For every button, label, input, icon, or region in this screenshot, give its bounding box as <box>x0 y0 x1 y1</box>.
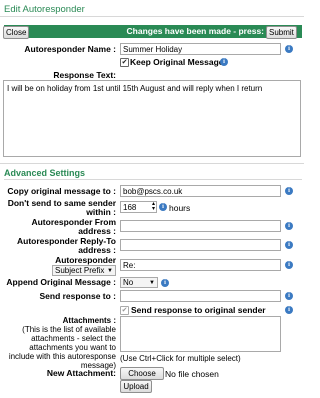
subject-label: Autoresponder <box>55 255 116 265</box>
subject-prefix-select[interactable]: Subject Prefix ▼ <box>52 265 116 276</box>
attachments-label-block: Attachments : (This is the list of avail… <box>4 316 116 370</box>
chevron-down-icon: ▼ <box>149 280 155 286</box>
choose-file-button[interactable]: Choose file <box>120 367 164 389</box>
submit-button[interactable]: Submit <box>266 26 297 39</box>
attachments-hint: (Use Ctrl+Click for multiple select) <box>120 354 241 363</box>
info-icon[interactable]: i <box>285 306 293 314</box>
status-bar: Changes have been made - press: <box>4 25 302 38</box>
send-original-label: Send response to original sender <box>131 305 266 315</box>
dont-send-label: Don't send to same sender within : <box>7 198 116 217</box>
info-icon[interactable]: i <box>285 241 293 249</box>
info-icon[interactable]: i <box>285 261 293 269</box>
divider <box>0 16 304 17</box>
reply-to-input[interactable] <box>120 239 281 251</box>
subject-input[interactable]: Re: <box>120 259 281 271</box>
info-icon[interactable]: i <box>159 203 167 211</box>
from-address-label: Autoresponder From address : <box>31 217 116 236</box>
append-original-select[interactable]: No ▼ <box>120 277 158 288</box>
attachments-list[interactable] <box>120 316 281 352</box>
close-button[interactable]: Close <box>3 26 30 39</box>
keep-original-label: Keep Original Message <box>130 57 224 67</box>
divider <box>0 163 304 164</box>
copy-to-label: Copy original message to : <box>7 186 116 196</box>
name-input[interactable]: Summer Holiday <box>120 43 281 55</box>
new-attachment-label: New Attachment: <box>46 368 116 378</box>
page-title: Edit Autoresponder <box>4 4 85 15</box>
info-icon[interactable]: i <box>220 58 228 66</box>
keep-original-checkbox[interactable]: ✔ <box>120 58 129 67</box>
dont-send-stepper[interactable]: 168 ▴ ▾ <box>120 201 157 213</box>
send-original-checkbox[interactable]: ✔ <box>120 306 129 315</box>
info-icon[interactable]: i <box>285 187 293 195</box>
append-original-label: Append Original Message : <box>6 277 116 287</box>
attachments-label: Attachments : <box>62 316 116 325</box>
response-text-label: Response Text: <box>53 70 116 80</box>
info-icon[interactable]: i <box>161 279 169 287</box>
name-label: Autoresponder Name : <box>24 44 116 54</box>
changes-text: Changes have been made - press: <box>126 26 264 36</box>
upload-button[interactable]: Upload <box>120 380 152 393</box>
hours-label: hours <box>169 203 191 213</box>
chevron-down-icon: ▼ <box>107 268 113 274</box>
copy-to-input[interactable]: bob@pscs.co.uk <box>120 185 281 197</box>
info-icon[interactable]: i <box>285 45 293 53</box>
from-address-input[interactable] <box>120 220 281 232</box>
send-response-input[interactable] <box>120 290 281 302</box>
info-icon[interactable]: i <box>285 222 293 230</box>
response-text-area[interactable]: I will be on holiday from 1st until 15th… <box>3 80 301 157</box>
reply-to-label: Autoresponder Reply-To address : <box>16 236 116 255</box>
info-icon[interactable]: i <box>285 292 293 300</box>
no-file-text: No file chosen <box>165 369 219 379</box>
divider <box>4 179 302 180</box>
send-response-label: Send response to : <box>39 291 116 301</box>
advanced-settings-title: Advanced Settings <box>4 168 86 178</box>
